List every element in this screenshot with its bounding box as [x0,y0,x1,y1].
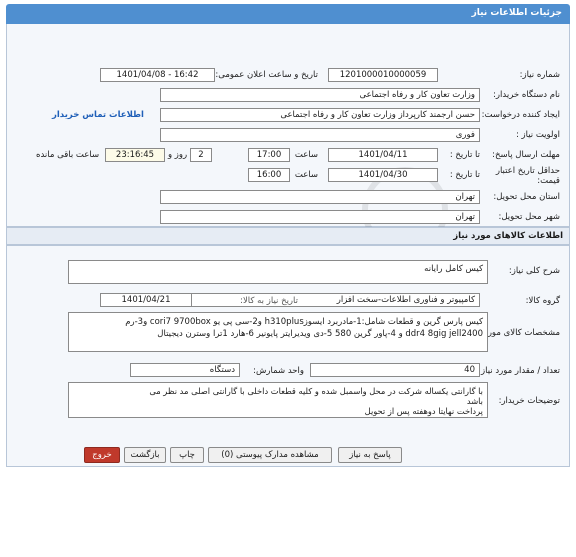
days-field: 2 [190,148,212,162]
remaining-label: ساعت باقی مانده [36,150,100,160]
specs-line-2: ddr4 8gig jell2400 و 4-پاور گرین 580 5-د… [157,329,483,339]
announce-label: تاریخ و ساعت اعلان عمومی: [215,70,318,80]
specs-line-1: کیس پارس گرین و قطعات شامل:1-مادربرد ایس… [125,317,483,327]
reply-deadline-label: مهلت ارسال پاسخ: [492,150,560,160]
goods-group-label: گروه کالا: [525,296,560,306]
validity-until-label: تا تاریخ : [449,170,480,180]
reply-time-label: ساعت [294,150,318,160]
goods-section-header: اطلاعات کالاهای مورد نیاز [6,227,570,245]
goods-section-title: اطلاعات کالاهای مورد نیاز [453,231,563,241]
summary-label: شرح کلی نیاز: [508,266,560,276]
buyer-notes-field: با گارانتی یکساله شرکت در محل واسمبل شده… [68,382,488,418]
announce-field: 1401/04/08 - 16:42 [100,68,215,82]
notes-line-1: با گارانتی یکساله شرکت در محل واسمبل شده… [149,386,483,396]
reply-until-label: تا تاریخ : [449,150,480,160]
need-number-label: شماره نیاز: [519,70,560,80]
requester-label: ایجاد کننده درخواست: [481,110,560,120]
province-field: تهران [160,190,480,204]
specs-field: کیس پارس گرین و قطعات شامل:1-مادربرد ایس… [68,312,488,352]
notes-line-2: باشد [466,396,483,406]
unit-label: واحد شمارش: [253,366,304,376]
quantity-label: تعداد / مقدار مورد نیاز: [478,366,560,376]
buyer-org-field: وزارت تعاون کار و رفاه اجتماعی [160,88,480,102]
reply-time-field: 17:00 [248,148,290,162]
need-date-label: تاریخ نیاز به کالا: [240,296,298,306]
attachments-button[interactable]: مشاهده مدارک پیوستی (0) [208,447,332,463]
priority-field: فوری [160,128,480,142]
unit-field: دستگاه [130,363,240,377]
remaining-time-field: 23:16:45 [105,148,165,162]
buyer-org-label: نام دستگاه خریدار: [493,90,560,100]
priority-label: اولویت نیاز : [515,130,560,140]
requester-field: حسن ارجمند کارپرداز وزارت تعاون کار و رف… [160,108,480,122]
reply-date-field: 1401/04/11 [328,148,438,162]
min-validity-label: حداقل تاریخ اعتبار قیمت: [495,166,560,186]
need-number-field: 1201000010000059 [328,68,438,82]
print-button[interactable]: چاپ [170,447,204,463]
goods-group-field: کامپیوتر و فناوری اطلاعات-سخت افزار [160,293,480,307]
back-button[interactable]: بازگشت [124,447,166,463]
notes-line-3: پرداخت نهایتا دوهفته پس از تحویل [364,406,483,416]
city-label: شهر محل تحویل: [498,212,560,222]
validity-date-field: 1401/04/30 [328,168,438,182]
days-label: روز و [168,150,188,160]
buyer-contact-link[interactable]: اطلاعات تماس خریدار [52,110,144,120]
exit-button[interactable]: خروج [84,447,120,463]
page-title-bar: جزئیات اطلاعات نیاز [6,4,570,24]
reply-button[interactable]: پاسخ به نیاز [338,447,402,463]
validity-time-label: ساعت [294,170,318,180]
buyer-notes-label: توضیحات خریدار: [498,396,560,406]
page-title: جزئیات اطلاعات نیاز [471,8,562,18]
need-date-field: 1401/04/21 [100,293,192,307]
validity-time-field: 16:00 [248,168,290,182]
summary-field: کیس کامل رایانه [68,260,488,284]
quantity-field: 40 [310,363,480,377]
city-field: تهران [160,210,480,224]
province-label: استان محل تحویل: [493,192,560,202]
